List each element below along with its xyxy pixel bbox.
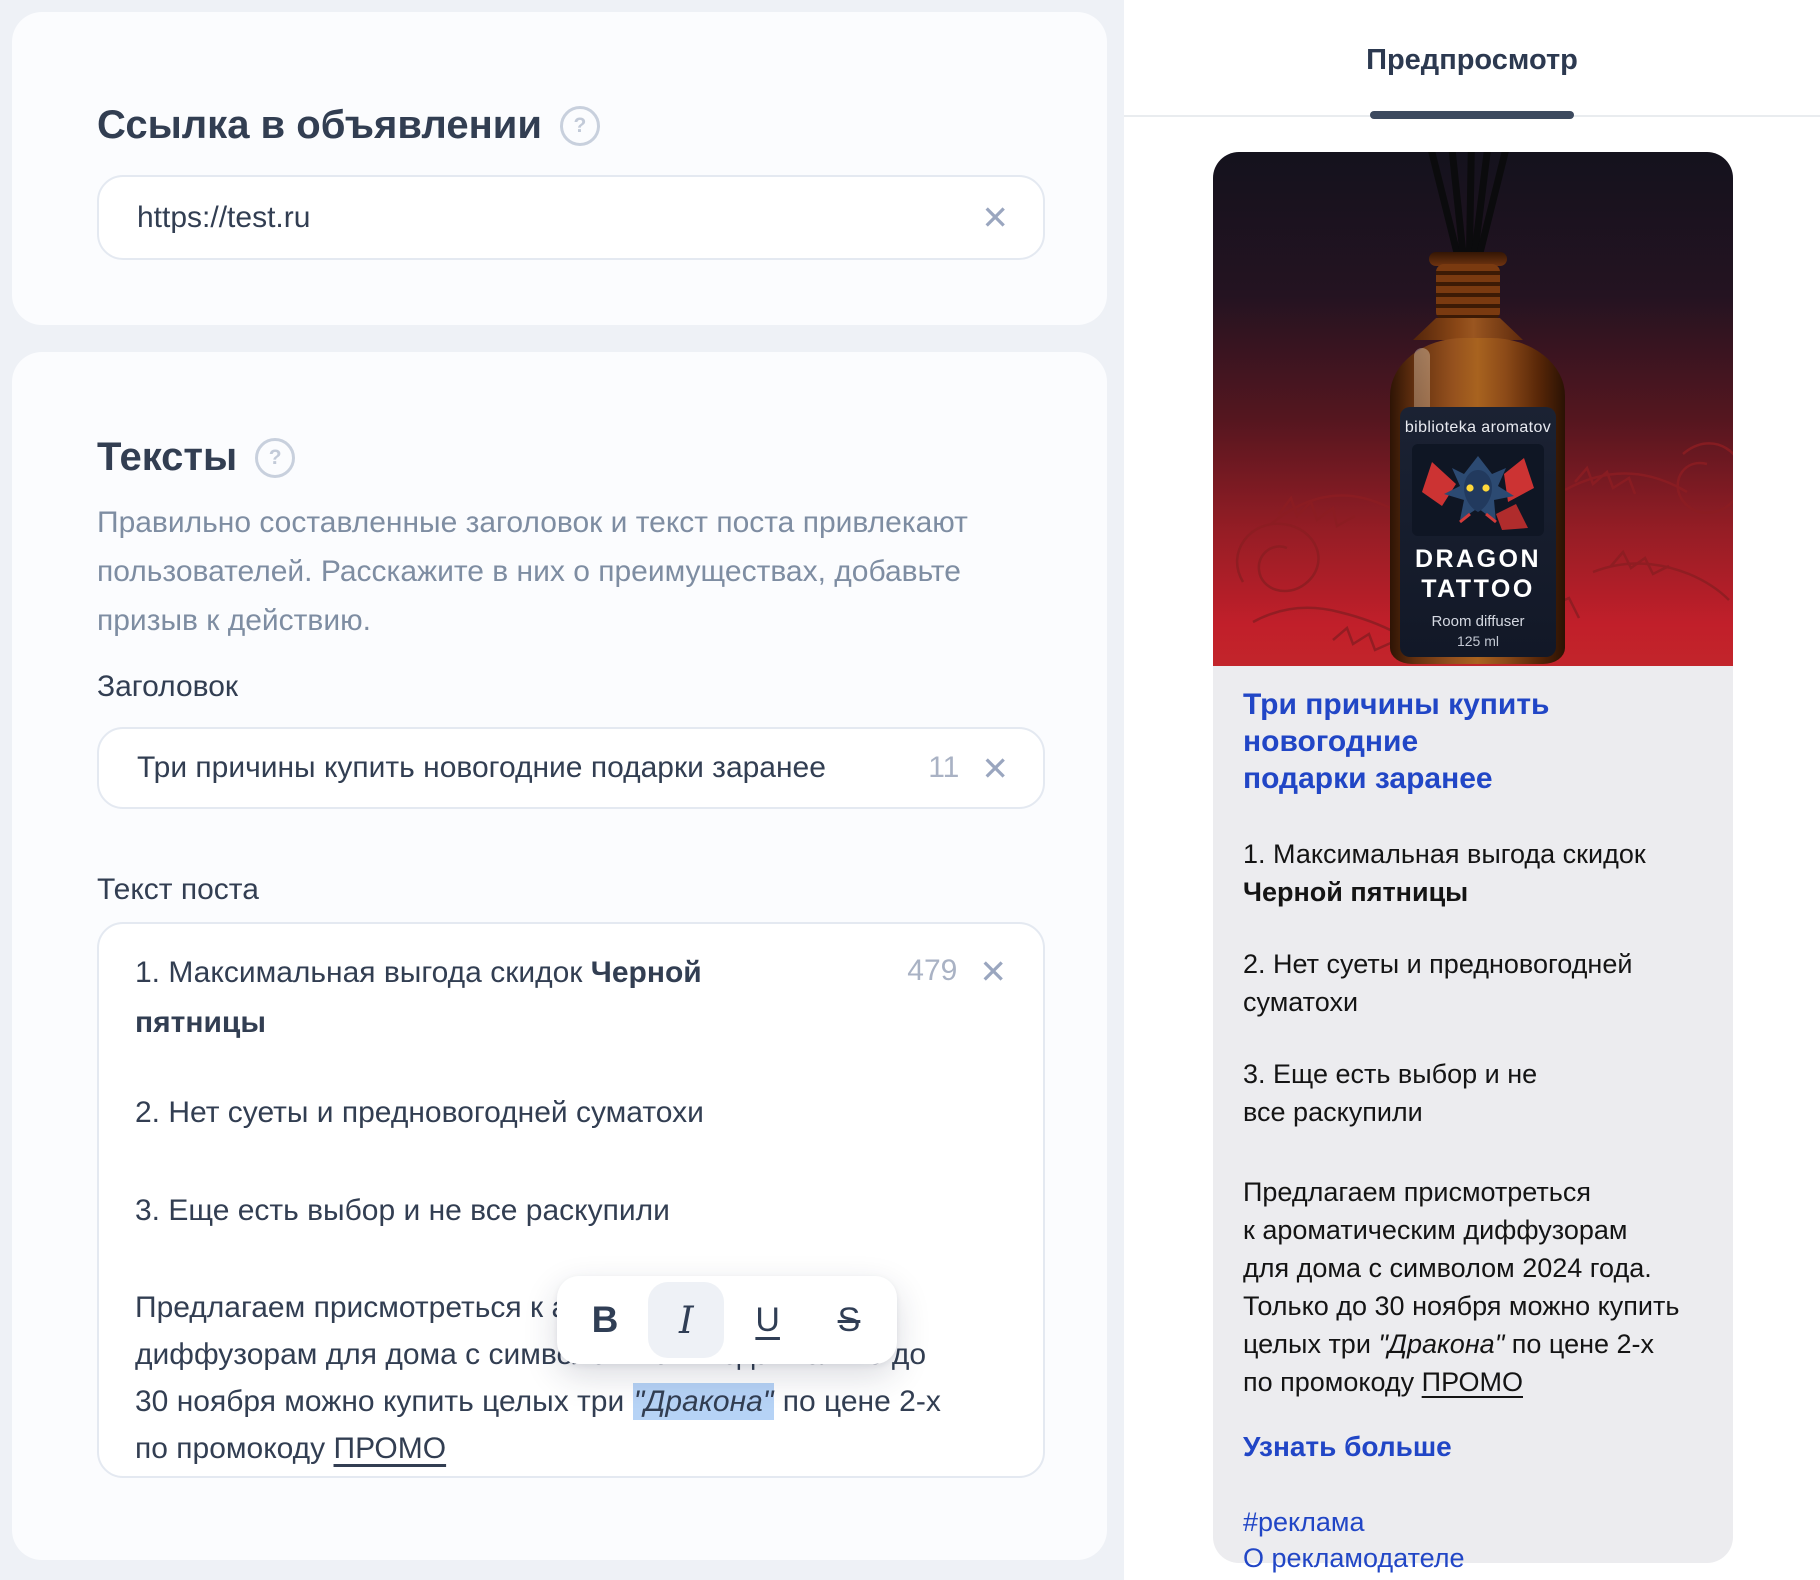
post-text-bold-segment: Черной xyxy=(591,956,702,989)
link-card-title: Ссылка в объявлении ? xyxy=(97,103,600,148)
help-icon[interactable]: ? xyxy=(560,106,600,146)
product-label: biblioteka aromatov DRAGON TATTOO xyxy=(1400,407,1556,657)
post-line: пятницы xyxy=(135,998,1007,1048)
post-text-editor[interactable]: 479 ✕ 1. Максимальная выгода скидок Черн… xyxy=(97,922,1045,1478)
headline-label: Заголовок xyxy=(97,670,238,704)
ad-preview-card: biblioteka aromatov DRAGON TATTOO xyxy=(1213,152,1733,1563)
product-name-line1: DRAGON xyxy=(1415,544,1541,574)
ad-url-input[interactable]: https://test.ru ✕ xyxy=(97,175,1045,260)
preview-promo-text: ПРОМО xyxy=(1422,1367,1523,1397)
bold-button[interactable]: B xyxy=(567,1282,643,1358)
product-volume: 125 ml xyxy=(1457,633,1499,649)
post-line: 30 ноября можно купить целых три "Дракон… xyxy=(135,1378,1007,1425)
preview-text-segment: по промокоду xyxy=(1243,1367,1422,1397)
advertiser-info-link[interactable]: О рекламодателе xyxy=(1243,1543,1703,1574)
italic-button[interactable]: I xyxy=(648,1282,724,1358)
texts-card: Тексты ? Правильно составленные заголово… xyxy=(12,352,1107,1560)
preview-body-line: все раскупили xyxy=(1243,1093,1703,1131)
ad-link-card: Ссылка в объявлении ? https://test.ru ✕ xyxy=(12,12,1107,325)
texts-card-title-text: Тексты xyxy=(97,435,237,480)
bottle-neck xyxy=(1436,264,1500,320)
clear-post-icon[interactable]: ✕ xyxy=(979,955,1007,988)
preview-panel: Предпросмотр xyxy=(1124,0,1820,1580)
headline-char-counter: 11 xyxy=(928,751,959,785)
preview-body-line: для дома с символом 2024 года. xyxy=(1243,1249,1703,1287)
selected-text[interactable]: "Дракона" xyxy=(633,1383,775,1420)
post-line: 1. Максимальная выгода скидок Черной xyxy=(135,948,1007,998)
link-card-title-text: Ссылка в объявлении xyxy=(97,103,542,148)
preview-body-line: целых три "Дракона" по цене 2-х xyxy=(1243,1325,1703,1363)
post-text-segment: 1. Максимальная выгода скидок xyxy=(135,956,591,989)
dragon-artwork-icon xyxy=(1412,444,1544,536)
ad-hashtag-link[interactable]: #реклама xyxy=(1243,1507,1703,1538)
preview-text-segment: по цене 2-х xyxy=(1504,1329,1654,1359)
preview-body-line: Предлагаем присмотреться xyxy=(1243,1173,1703,1211)
preview-post-body: Три причины купить новогодние подарки за… xyxy=(1213,666,1733,1563)
headline-value: Три причины купить новогодние подарки за… xyxy=(137,751,928,785)
ad-url-value: https://test.ru xyxy=(137,201,959,235)
preview-title-line: Три причины купить новогодние xyxy=(1243,686,1703,760)
preview-post-title[interactable]: Три причины купить новогодние подарки за… xyxy=(1243,686,1703,797)
learn-more-link[interactable]: Узнать больше xyxy=(1243,1431,1703,1463)
tab-preview[interactable]: Предпросмотр xyxy=(1124,44,1820,77)
product-name-line2: TATTOO xyxy=(1421,574,1535,604)
help-icon[interactable]: ? xyxy=(255,438,295,478)
preview-italic-segment: "Дракона" xyxy=(1378,1329,1504,1359)
text-format-toolbar: B I U S xyxy=(557,1276,897,1364)
underline-button[interactable]: U xyxy=(730,1282,806,1358)
post-line: 2. Нет суеты и предновогодней суматохи xyxy=(135,1088,1007,1138)
ad-editor-page: Ссылка в объявлении ? https://test.ru ✕ … xyxy=(0,0,1820,1580)
preview-body-line: 2. Нет суеты и предновогодней xyxy=(1243,945,1703,983)
post-text-segment: по цене 2-х xyxy=(774,1385,940,1418)
product-subtitle: Room diffuser xyxy=(1431,613,1524,630)
preview-body-line: Только до 30 ноября можно купить xyxy=(1243,1287,1703,1325)
post-text-segment: по промокоду xyxy=(135,1432,334,1465)
post-line: по промокоду ПРОМО xyxy=(135,1425,1007,1472)
strikethrough-button[interactable]: S xyxy=(811,1282,887,1358)
preview-body-line: по промокоду ПРОМО xyxy=(1243,1363,1703,1401)
preview-text-segment: целых три xyxy=(1243,1329,1378,1359)
brand-name: biblioteka aromatov xyxy=(1405,419,1551,437)
post-line: 3. Еще есть выбор и не все раскупили xyxy=(135,1186,1007,1236)
active-tab-indicator xyxy=(1370,111,1574,119)
preview-body-line: Черной пятницы xyxy=(1243,873,1703,911)
post-char-counter: 479 xyxy=(907,954,957,988)
clear-headline-icon[interactable]: ✕ xyxy=(981,752,1009,785)
preview-body-line: к ароматическим диффузорам xyxy=(1243,1211,1703,1249)
post-editor-meta: 479 ✕ xyxy=(907,954,1007,988)
post-text-segment: 30 ноября можно купить целых три xyxy=(135,1385,633,1418)
product-image: biblioteka aromatov DRAGON TATTOO xyxy=(1213,152,1733,666)
preview-body-line: 1. Максимальная выгода скидок xyxy=(1243,835,1703,873)
preview-title-line: подарки заранее xyxy=(1243,760,1703,797)
preview-body-line: 3. Еще есть выбор и не xyxy=(1243,1055,1703,1093)
post-text-label: Текст поста xyxy=(97,873,259,907)
clear-url-icon[interactable]: ✕ xyxy=(981,201,1009,234)
promo-code-text: ПРОМО xyxy=(334,1432,447,1465)
preview-body-line: суматохи xyxy=(1243,983,1703,1021)
texts-card-title: Тексты ? xyxy=(97,435,295,480)
texts-description: Правильно составленные заголовок и текст… xyxy=(97,498,1027,645)
headline-input[interactable]: Три причины купить новогодние подарки за… xyxy=(97,727,1045,809)
